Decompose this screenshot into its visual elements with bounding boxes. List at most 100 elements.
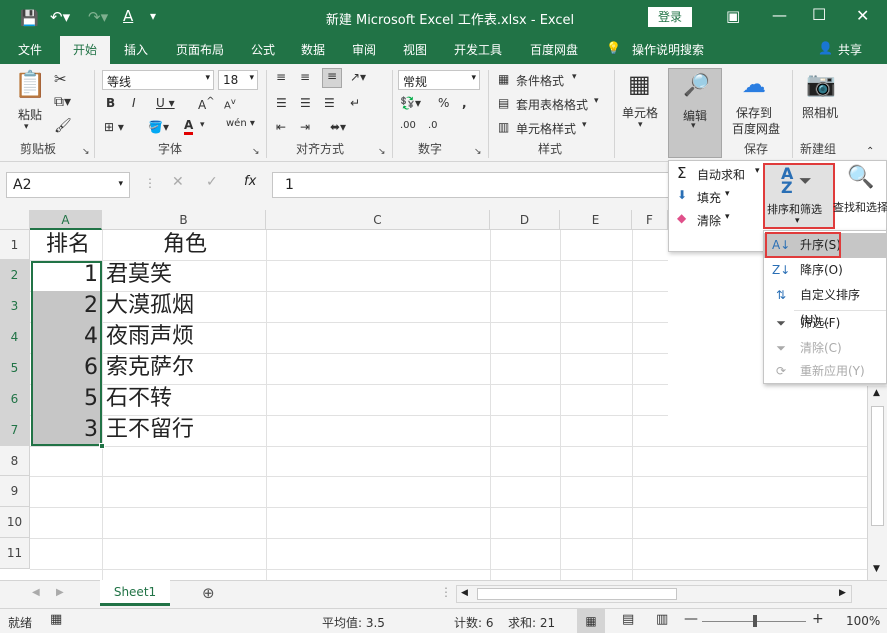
font-size-select[interactable]: 18 ▾ bbox=[218, 70, 258, 90]
column-header-e[interactable]: E bbox=[560, 210, 632, 230]
percent-icon[interactable]: % bbox=[438, 96, 449, 110]
next-sheet-icon[interactable]: ▶ bbox=[56, 587, 64, 598]
format-painter-icon[interactable]: 🖌 bbox=[54, 118, 72, 134]
row-header-2[interactable]: 2 bbox=[0, 260, 30, 291]
save-icon[interactable]: 💾 bbox=[20, 9, 39, 27]
tell-me-search[interactable]: 操作说明搜索 bbox=[632, 41, 704, 58]
menu-item-sort-descending[interactable]: Z↓ 降序(O) bbox=[764, 258, 887, 283]
macro-record-icon[interactable]: ▦ bbox=[50, 612, 62, 627]
row-header-10[interactable]: 10 bbox=[0, 507, 30, 538]
camera-icon[interactable]: 📷 bbox=[806, 70, 836, 98]
fill-button[interactable]: 填充 bbox=[697, 189, 721, 206]
cell-b1[interactable]: 角色 bbox=[104, 230, 266, 260]
cell-b5[interactable]: 索克萨尔 bbox=[106, 353, 266, 383]
clipboard-launcher-icon[interactable]: ↘ bbox=[82, 147, 90, 157]
page-layout-view-icon[interactable]: ▤ bbox=[622, 612, 634, 627]
row-header-6[interactable]: 6 bbox=[0, 384, 30, 415]
cell-a5[interactable]: 6 bbox=[34, 353, 98, 383]
camera-button[interactable]: 照相机 bbox=[802, 104, 838, 121]
normal-view-icon[interactable]: ▦ bbox=[577, 609, 605, 633]
fill-color-icon[interactable]: 🪣▾ bbox=[148, 120, 169, 134]
autosum-dropdown-icon[interactable]: ▾ bbox=[755, 166, 760, 176]
cell-a1[interactable]: 排名 bbox=[34, 230, 102, 260]
table-format-button[interactable]: 套用表格格式 bbox=[516, 96, 588, 113]
horizontal-scroll-thumb[interactable] bbox=[477, 588, 677, 600]
edit-button[interactable]: 🔎 编辑 ▾ bbox=[668, 68, 722, 158]
share-button[interactable]: 共享 bbox=[838, 41, 862, 58]
row-header-1[interactable]: 1 bbox=[0, 230, 30, 260]
zoom-level[interactable]: 100% bbox=[846, 614, 880, 628]
tab-file[interactable]: 文件 bbox=[18, 41, 42, 58]
cell-b6[interactable]: 石不转 bbox=[106, 384, 266, 414]
column-header-c[interactable]: C bbox=[266, 210, 490, 230]
row-header-4[interactable]: 4 bbox=[0, 322, 30, 353]
cut-icon[interactable]: ✂ bbox=[54, 70, 67, 88]
row-header-7[interactable]: 7 bbox=[0, 415, 30, 446]
tab-review[interactable]: 审阅 bbox=[352, 41, 376, 58]
cell-a7[interactable]: 3 bbox=[34, 415, 98, 445]
phonetic-icon[interactable]: wén ▾ bbox=[226, 118, 255, 129]
scroll-left-icon[interactable]: ◀ bbox=[461, 588, 468, 598]
tab-insert[interactable]: 插入 bbox=[124, 41, 148, 58]
wrap-text-icon[interactable]: ↵ bbox=[350, 96, 360, 110]
increase-indent-icon[interactable]: ⇥ bbox=[300, 120, 310, 134]
column-header-f[interactable]: F bbox=[632, 210, 668, 230]
orientation-icon[interactable]: ↗▾ bbox=[350, 70, 366, 84]
font-launcher-icon[interactable]: ↘ bbox=[252, 147, 260, 157]
currency-icon[interactable]: 💱▾ bbox=[400, 96, 421, 110]
row-header-5[interactable]: 5 bbox=[0, 353, 30, 384]
align-middle-icon[interactable]: ≡ bbox=[300, 70, 310, 84]
cancel-formula-icon[interactable]: ✕ bbox=[172, 174, 184, 190]
ribbon-display-icon[interactable]: ▣ bbox=[726, 7, 740, 25]
insert-function-icon[interactable]: fx bbox=[244, 174, 256, 189]
cell-b3[interactable]: 大漠孤烟 bbox=[106, 291, 266, 321]
font-color-icon[interactable]: A bbox=[184, 118, 194, 135]
collapse-ribbon-icon[interactable]: ⌃ bbox=[866, 146, 874, 157]
worksheet-grid[interactable]: A B C D E F 1 2 3 4 5 6 7 8 9 10 11 排名 角… bbox=[0, 210, 887, 580]
cells-dropdown-icon[interactable]: ▾ bbox=[638, 120, 643, 130]
cell-a6[interactable]: 5 bbox=[34, 384, 98, 414]
find-select-icon[interactable]: 🔍 bbox=[847, 165, 874, 190]
tab-baidu-disk[interactable]: 百度网盘 bbox=[530, 41, 578, 58]
italic-icon[interactable]: I bbox=[132, 96, 136, 110]
column-header-d[interactable]: D bbox=[490, 210, 560, 230]
tab-formulas[interactable]: 公式 bbox=[251, 41, 275, 58]
name-box-dropdown-icon[interactable]: ▾ bbox=[118, 179, 123, 189]
vertical-scroll-thumb[interactable] bbox=[871, 406, 884, 526]
column-header-a[interactable]: A bbox=[30, 210, 102, 230]
row-header-9[interactable]: 9 bbox=[0, 476, 30, 507]
clear-button[interactable]: 清除 bbox=[697, 212, 721, 229]
bold-icon[interactable]: B bbox=[106, 96, 115, 110]
paste-dropdown-icon[interactable]: ▾ bbox=[24, 122, 29, 132]
table-format-dropdown-icon[interactable]: ▾ bbox=[594, 96, 599, 106]
number-format-select[interactable]: 常规 ▾ bbox=[398, 70, 480, 90]
close-icon[interactable]: ✕ bbox=[856, 6, 869, 25]
align-left-icon[interactable]: ☰ bbox=[276, 96, 287, 110]
baidu-disk-label[interactable]: 百度网盘 bbox=[732, 120, 780, 137]
number-launcher-icon[interactable]: ↘ bbox=[474, 147, 482, 157]
save-to-label[interactable]: 保存到 bbox=[736, 104, 772, 121]
border-icon[interactable]: ⊞ ▾ bbox=[104, 120, 124, 134]
align-bottom-icon[interactable]: ≡ bbox=[322, 68, 342, 88]
cell-style-dropdown-icon[interactable]: ▾ bbox=[582, 120, 587, 130]
align-right-icon[interactable]: ☰ bbox=[324, 96, 335, 110]
select-all-corner[interactable] bbox=[0, 210, 30, 230]
decrease-font-icon[interactable]: Av bbox=[224, 96, 236, 111]
maximize-icon[interactable]: ☐ bbox=[812, 5, 826, 24]
tab-page-layout[interactable]: 页面布局 bbox=[176, 41, 224, 58]
page-break-view-icon[interactable]: ▥ bbox=[656, 612, 668, 627]
customize-qat-icon[interactable]: ▾ bbox=[150, 9, 156, 23]
vertical-scrollbar[interactable]: ▲ ▼ bbox=[867, 386, 887, 580]
font-name-select[interactable]: 等线 ▾ bbox=[102, 70, 214, 90]
zoom-out-icon[interactable]: — bbox=[684, 611, 698, 627]
row-header-8[interactable]: 8 bbox=[0, 446, 30, 476]
column-header-b[interactable]: B bbox=[102, 210, 266, 230]
zoom-in-icon[interactable]: + bbox=[812, 611, 824, 627]
clear-dropdown-icon[interactable]: ▾ bbox=[725, 212, 730, 222]
copy-icon[interactable]: ⧉▾ bbox=[54, 94, 71, 110]
cells-button[interactable]: 单元格 bbox=[622, 104, 658, 121]
underline-icon[interactable]: U ▾ bbox=[156, 96, 175, 110]
minimize-icon[interactable]: — bbox=[772, 6, 787, 24]
add-sheet-icon[interactable]: ⊕ bbox=[202, 584, 215, 602]
sheet-tab-sheet1[interactable]: Sheet1 bbox=[100, 580, 170, 606]
